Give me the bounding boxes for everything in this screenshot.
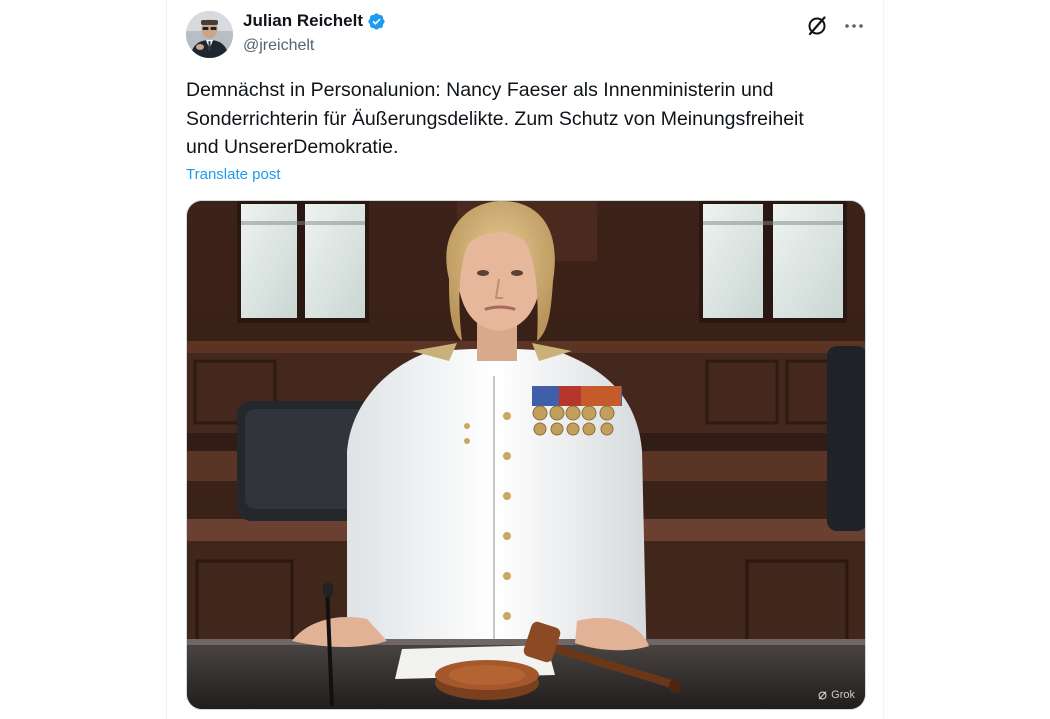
- post-image[interactable]: Grok: [186, 200, 866, 710]
- author-avatar[interactable]: [186, 11, 233, 58]
- page: Julian Reichelt @jreichelt Demnächst in …: [0, 0, 1050, 719]
- author-display-name[interactable]: Julian Reichelt: [243, 11, 363, 31]
- author-handle[interactable]: @jreichelt: [243, 37, 314, 55]
- more-dots-icon[interactable]: [842, 14, 866, 38]
- tweet-card: Julian Reichelt @jreichelt Demnächst in …: [166, 0, 884, 719]
- post-text: Demnächst in Personalunion: Nancy Faeser…: [186, 79, 804, 158]
- verified-badge-icon: [367, 12, 386, 31]
- grok-watermark-icon: [818, 690, 827, 700]
- translate-post-link[interactable]: Translate post: [186, 166, 281, 183]
- grok-watermark-text: Grok: [831, 689, 855, 701]
- grok-slash-icon[interactable]: [805, 14, 829, 38]
- courtroom-illustration: [187, 201, 865, 709]
- grok-watermark: Grok: [817, 689, 855, 701]
- avatar-image: [186, 11, 233, 58]
- author-name-row: Julian Reichelt: [243, 11, 386, 31]
